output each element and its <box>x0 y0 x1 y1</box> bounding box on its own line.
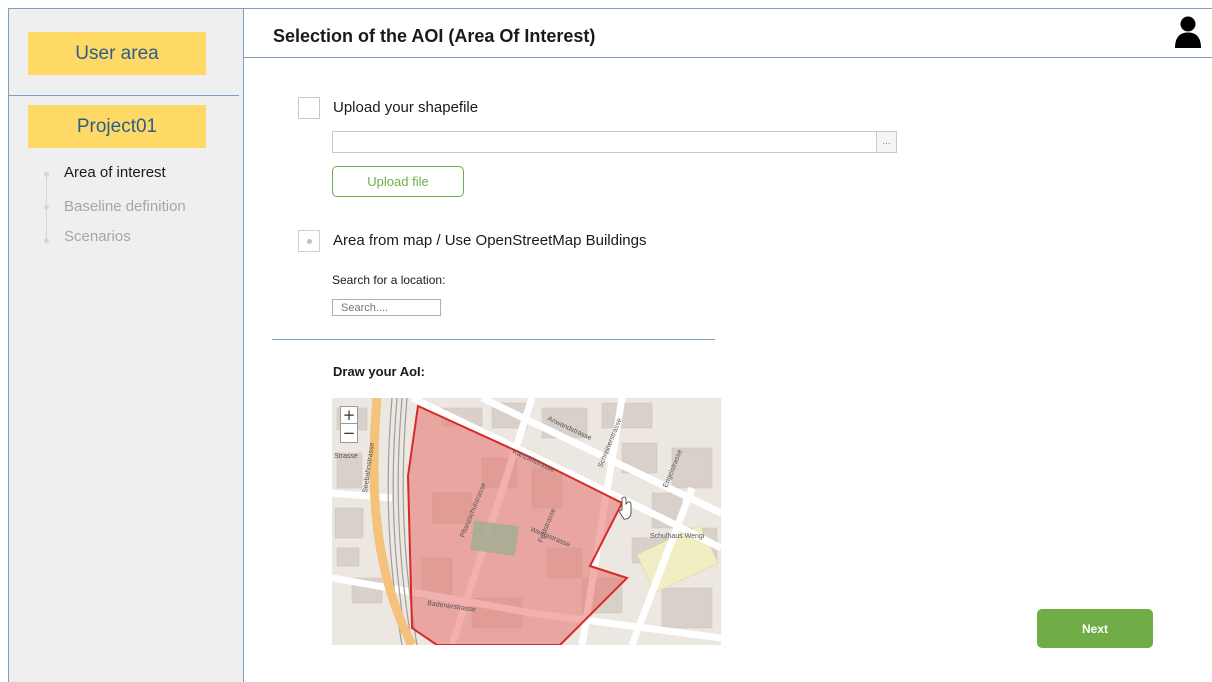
area-from-map-label: Area from map / Use OpenStreetMap Buildi… <box>333 232 647 249</box>
step-area-of-interest[interactable]: Area of interest <box>64 164 166 181</box>
sidebar: User area Project01 Area of interest Bas… <box>8 8 244 682</box>
search-location-label: Search for a location: <box>332 273 446 287</box>
upload-file-button[interactable]: Upload file <box>332 166 464 197</box>
map-canvas[interactable]: Anwandstrasse Kanzleistrasse Schreinerst… <box>332 398 721 645</box>
street-label: Schulhaus Wengi <box>650 533 705 540</box>
step-dot <box>44 205 49 210</box>
title-divider <box>244 57 1212 58</box>
browse-button[interactable]: ... <box>876 131 897 153</box>
upload-shapefile-label: Upload your shapefile <box>333 99 479 116</box>
draw-aoi-label: Draw your AoI: <box>333 364 425 379</box>
zoom-control: + − <box>340 406 358 443</box>
user-icon[interactable] <box>1173 15 1203 49</box>
location-search-input[interactable] <box>332 299 441 316</box>
top-border <box>244 8 1212 9</box>
section-divider <box>272 339 715 340</box>
zoom-in-button[interactable]: + <box>341 407 357 424</box>
sidebar-divider <box>9 95 239 96</box>
shapefile-path-field[interactable] <box>332 131 877 153</box>
park-area <box>470 520 519 557</box>
aoi-map[interactable]: Anwandstrasse Kanzleistrasse Schreinerst… <box>332 398 721 645</box>
area-from-map-radio[interactable] <box>298 230 320 252</box>
upload-shapefile-checkbox[interactable] <box>298 97 320 119</box>
step-dot <box>44 172 49 177</box>
street-label: Strasse <box>334 453 358 460</box>
step-baseline-definition[interactable]: Baseline definition <box>64 198 186 215</box>
step-dot <box>44 238 49 243</box>
step-scenarios[interactable]: Scenarios <box>64 228 131 245</box>
user-area-button[interactable]: User area <box>28 32 206 75</box>
next-button[interactable]: Next <box>1037 609 1153 648</box>
app-frame: User area Project01 Area of interest Bas… <box>0 0 1212 682</box>
page-title: Selection of the AOI (Area Of Interest) <box>273 26 596 46</box>
radio-indicator <box>307 239 312 244</box>
zoom-out-button[interactable]: − <box>341 425 357 442</box>
project-button[interactable]: Project01 <box>28 105 206 148</box>
